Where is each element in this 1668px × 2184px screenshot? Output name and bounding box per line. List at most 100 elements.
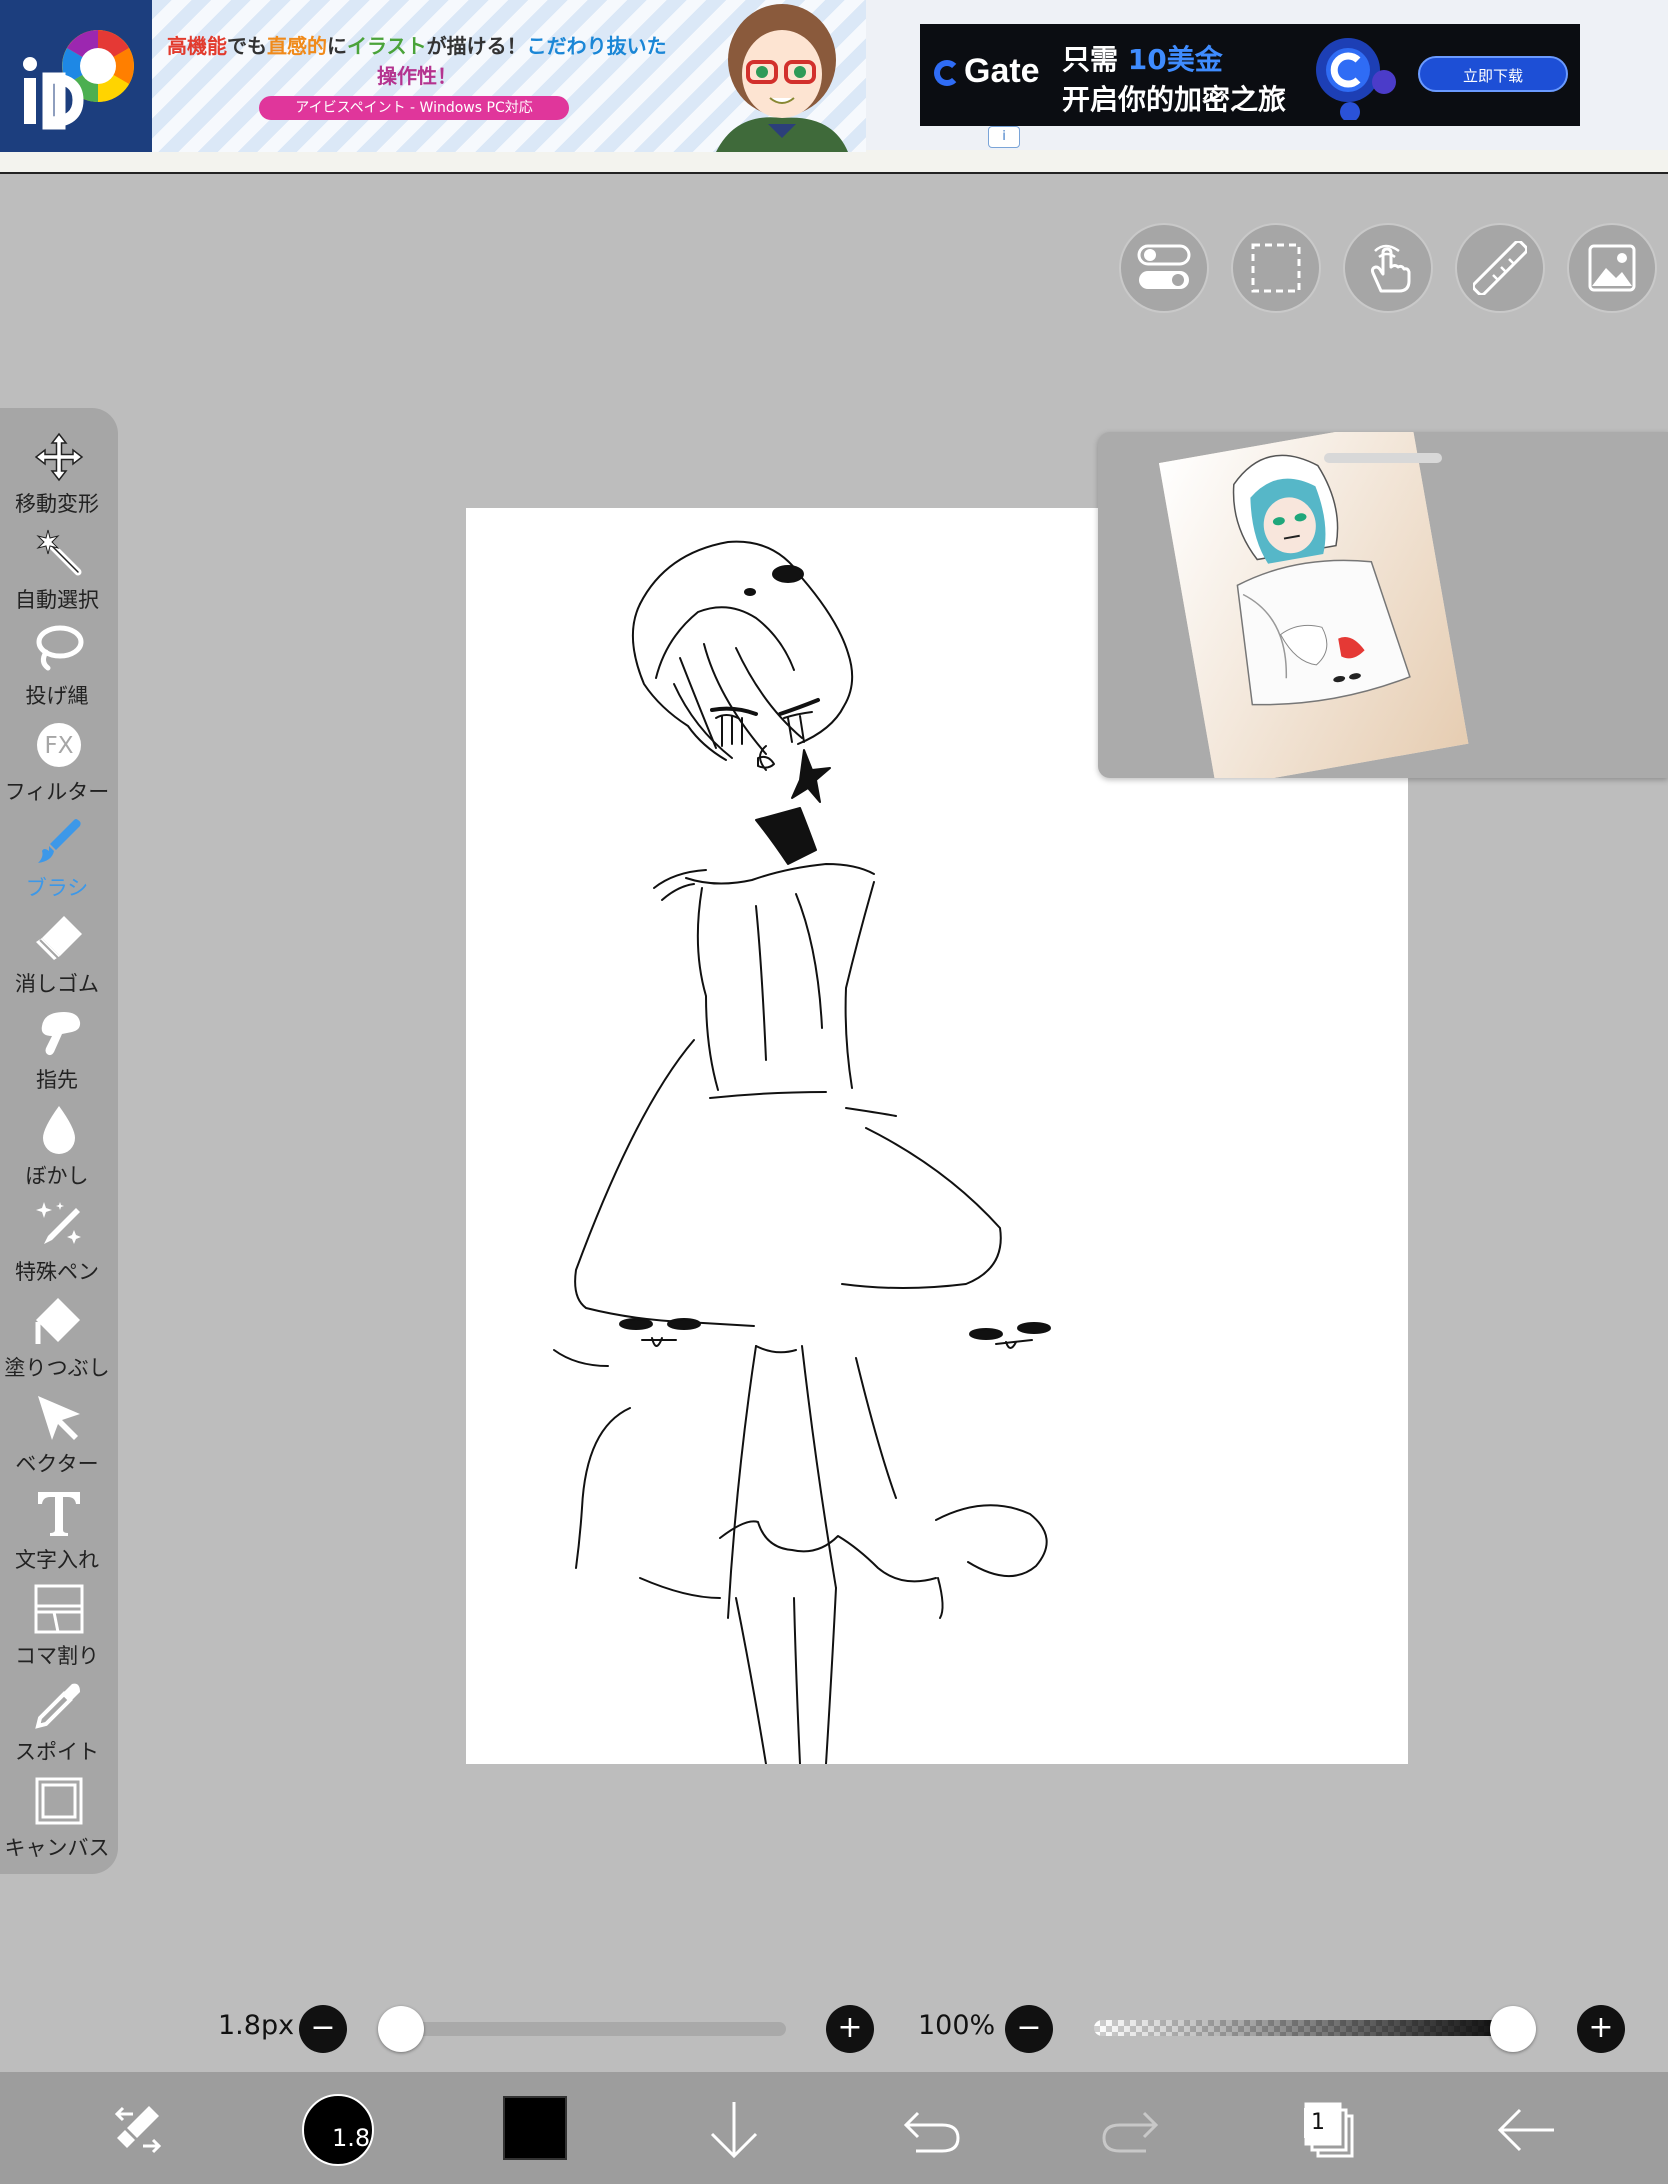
reference-window[interactable] — [1098, 432, 1668, 778]
back-arrow-icon — [1497, 2108, 1554, 2152]
ad-headline-part: に — [327, 34, 347, 58]
tool-label: コマ割り — [15, 1644, 99, 1668]
left-toolbar: 移動変形 自動選択 投げ縄 FX フィルター ブラシ 消しゴム 指先 ぼかし 特… — [0, 408, 118, 1874]
selection-icon — [1251, 243, 1301, 293]
selection-button[interactable] — [1231, 223, 1321, 313]
tool-label: 特殊ペン — [15, 1260, 99, 1284]
tool-filter[interactable]: FX フィルター — [0, 716, 118, 812]
undo-icon — [903, 2111, 960, 2153]
tool-lasso[interactable]: 投げ縄 — [0, 620, 118, 716]
ibispaint-logo-icon — [0, 0, 152, 152]
brush-size-decrease-button[interactable]: − — [299, 2005, 347, 2053]
ad-character-illustration — [716, 4, 848, 152]
tool-brush[interactable]: ブラシ — [0, 812, 118, 908]
gate-logo-icon — [934, 60, 960, 86]
tool-frame-divider[interactable]: コマ割り — [0, 1580, 118, 1676]
ruler-icon — [1473, 241, 1527, 295]
brush-size-slider-knob[interactable] — [378, 2006, 424, 2052]
ad-platform-pill: アイビスペイント - Windows PC対応 — [259, 96, 569, 120]
special-pen-icon — [36, 1202, 81, 1244]
ad-headline-part: こだわり抜いた — [526, 34, 667, 58]
color-swatch[interactable] — [503, 2096, 567, 2160]
ad-banner-divider — [0, 150, 1668, 174]
opacity-value: 100% — [918, 2010, 996, 2041]
opacity-increase-button[interactable]: + — [1577, 2005, 1625, 2053]
toggle-button[interactable] — [1119, 223, 1209, 313]
tool-fill[interactable]: 塗りつぶし — [0, 1292, 118, 1388]
gate-line1-prefix: 只需 — [1062, 43, 1128, 76]
opacity-slider[interactable] — [1094, 2020, 1532, 2036]
tool-eyedropper[interactable]: スポイト — [0, 1676, 118, 1772]
ad-headline-part: でも — [227, 34, 267, 58]
tool-label: ベクター — [15, 1452, 99, 1476]
lasso-icon — [36, 625, 84, 671]
tool-label: ブラシ — [25, 876, 89, 900]
reference-image-button[interactable] — [1567, 223, 1657, 313]
tool-label: キャンバス — [4, 1836, 110, 1860]
tool-label: 移動変形 — [15, 492, 99, 516]
undo-button[interactable] — [896, 2094, 968, 2166]
gate-download-button[interactable]: 立即下载 — [1418, 56, 1568, 92]
tool-smudge[interactable]: 指先 — [0, 1004, 118, 1100]
reference-window-handle[interactable] — [1324, 453, 1442, 463]
ad-headline: 高機能でも直感的にイラストが描ける！こだわり抜いた — [167, 30, 667, 59]
tool-label: フィルター — [4, 780, 110, 804]
tool-label: ぼかし — [25, 1164, 89, 1188]
ruler-button[interactable] — [1455, 223, 1545, 313]
tool-blur[interactable]: ぼかし — [0, 1100, 118, 1196]
redo-button[interactable] — [1094, 2094, 1166, 2166]
ad-headline-part: 直感的 — [267, 34, 327, 58]
tool-vector[interactable]: ベクター — [0, 1388, 118, 1484]
tool-label: 消しゴム — [15, 972, 99, 996]
brush-size-increase-button[interactable]: + — [826, 2005, 874, 2053]
ad-headline-line2: 操作性！ — [377, 64, 457, 88]
download-arrow-icon — [710, 2102, 758, 2159]
bottom-bar — [0, 2072, 1668, 2184]
opacity-decrease-button[interactable]: − — [1005, 2005, 1053, 2053]
tool-special-pen[interactable]: 特殊ペン — [0, 1196, 118, 1292]
tool-label: 指先 — [36, 1068, 78, 1092]
ad-headline-part: 高機能 — [167, 34, 227, 58]
gate-line1-highlight: 10美金 — [1127, 43, 1223, 76]
eyedropper-icon — [35, 1683, 80, 1729]
tool-canvas[interactable]: キャンバス — [0, 1772, 118, 1868]
tool-text[interactable]: 文字入れ — [0, 1484, 118, 1580]
tool-swap-button[interactable] — [103, 2094, 175, 2166]
text-icon — [38, 1492, 80, 1536]
ad-info-icon[interactable]: i — [988, 126, 1020, 148]
canvas-icon — [35, 1777, 83, 1825]
move-transform-icon — [34, 432, 84, 482]
vector-arrow-icon — [38, 1396, 80, 1440]
tool-magic-wand[interactable]: 自動選択 — [0, 524, 118, 620]
tool-label: 自動選択 — [15, 588, 99, 612]
hand-gesture-icon — [1370, 244, 1411, 293]
opacity-slider-knob[interactable] — [1490, 2006, 1536, 2052]
gate-line2: 开启你的加密之旅 — [1062, 83, 1287, 116]
brush-size-value: 1.8px — [218, 2010, 295, 2041]
hand-gesture-button[interactable] — [1343, 223, 1433, 313]
ad-ibispaint[interactable]: 高機能でも直感的にイラストが描ける！こだわり抜いた 操作性！ アイビスペイント … — [152, 0, 1020, 152]
tool-swap-icon — [114, 2106, 162, 2154]
download-button[interactable] — [698, 2094, 770, 2166]
frame-divider-icon — [34, 1584, 84, 1634]
ad-gate[interactable]: Gate 只需 10美金 开启你的加密之旅 立即下载 — [920, 24, 1580, 126]
back-button[interactable] — [1490, 2094, 1562, 2166]
fill-bucket-icon — [35, 1298, 80, 1344]
gate-brand: Gate — [934, 52, 1040, 91]
ibispaint-logo[interactable] — [0, 0, 152, 152]
tool-label: スポイト — [15, 1740, 99, 1764]
reference-image-icon — [1588, 244, 1636, 292]
redo-icon — [1102, 2111, 1159, 2153]
tool-label: 塗りつぶし — [4, 1356, 110, 1380]
toggle-icon — [1137, 244, 1191, 289]
brush-size-indicator: 1.8 — [332, 2124, 371, 2152]
reference-image — [1158, 432, 1469, 778]
eraser-icon — [36, 916, 82, 960]
tool-eraser[interactable]: 消しゴム — [0, 908, 118, 1004]
gate-brand-text: Gate — [964, 52, 1040, 90]
filter-fx-icon: FX — [37, 723, 81, 767]
ad-headline-part: イラスト — [347, 34, 427, 58]
gate-line1: 只需 10美金 — [1062, 38, 1223, 78]
brush-size-slider[interactable] — [380, 2022, 786, 2036]
tool-move-transform[interactable]: 移動変形 — [0, 428, 118, 524]
